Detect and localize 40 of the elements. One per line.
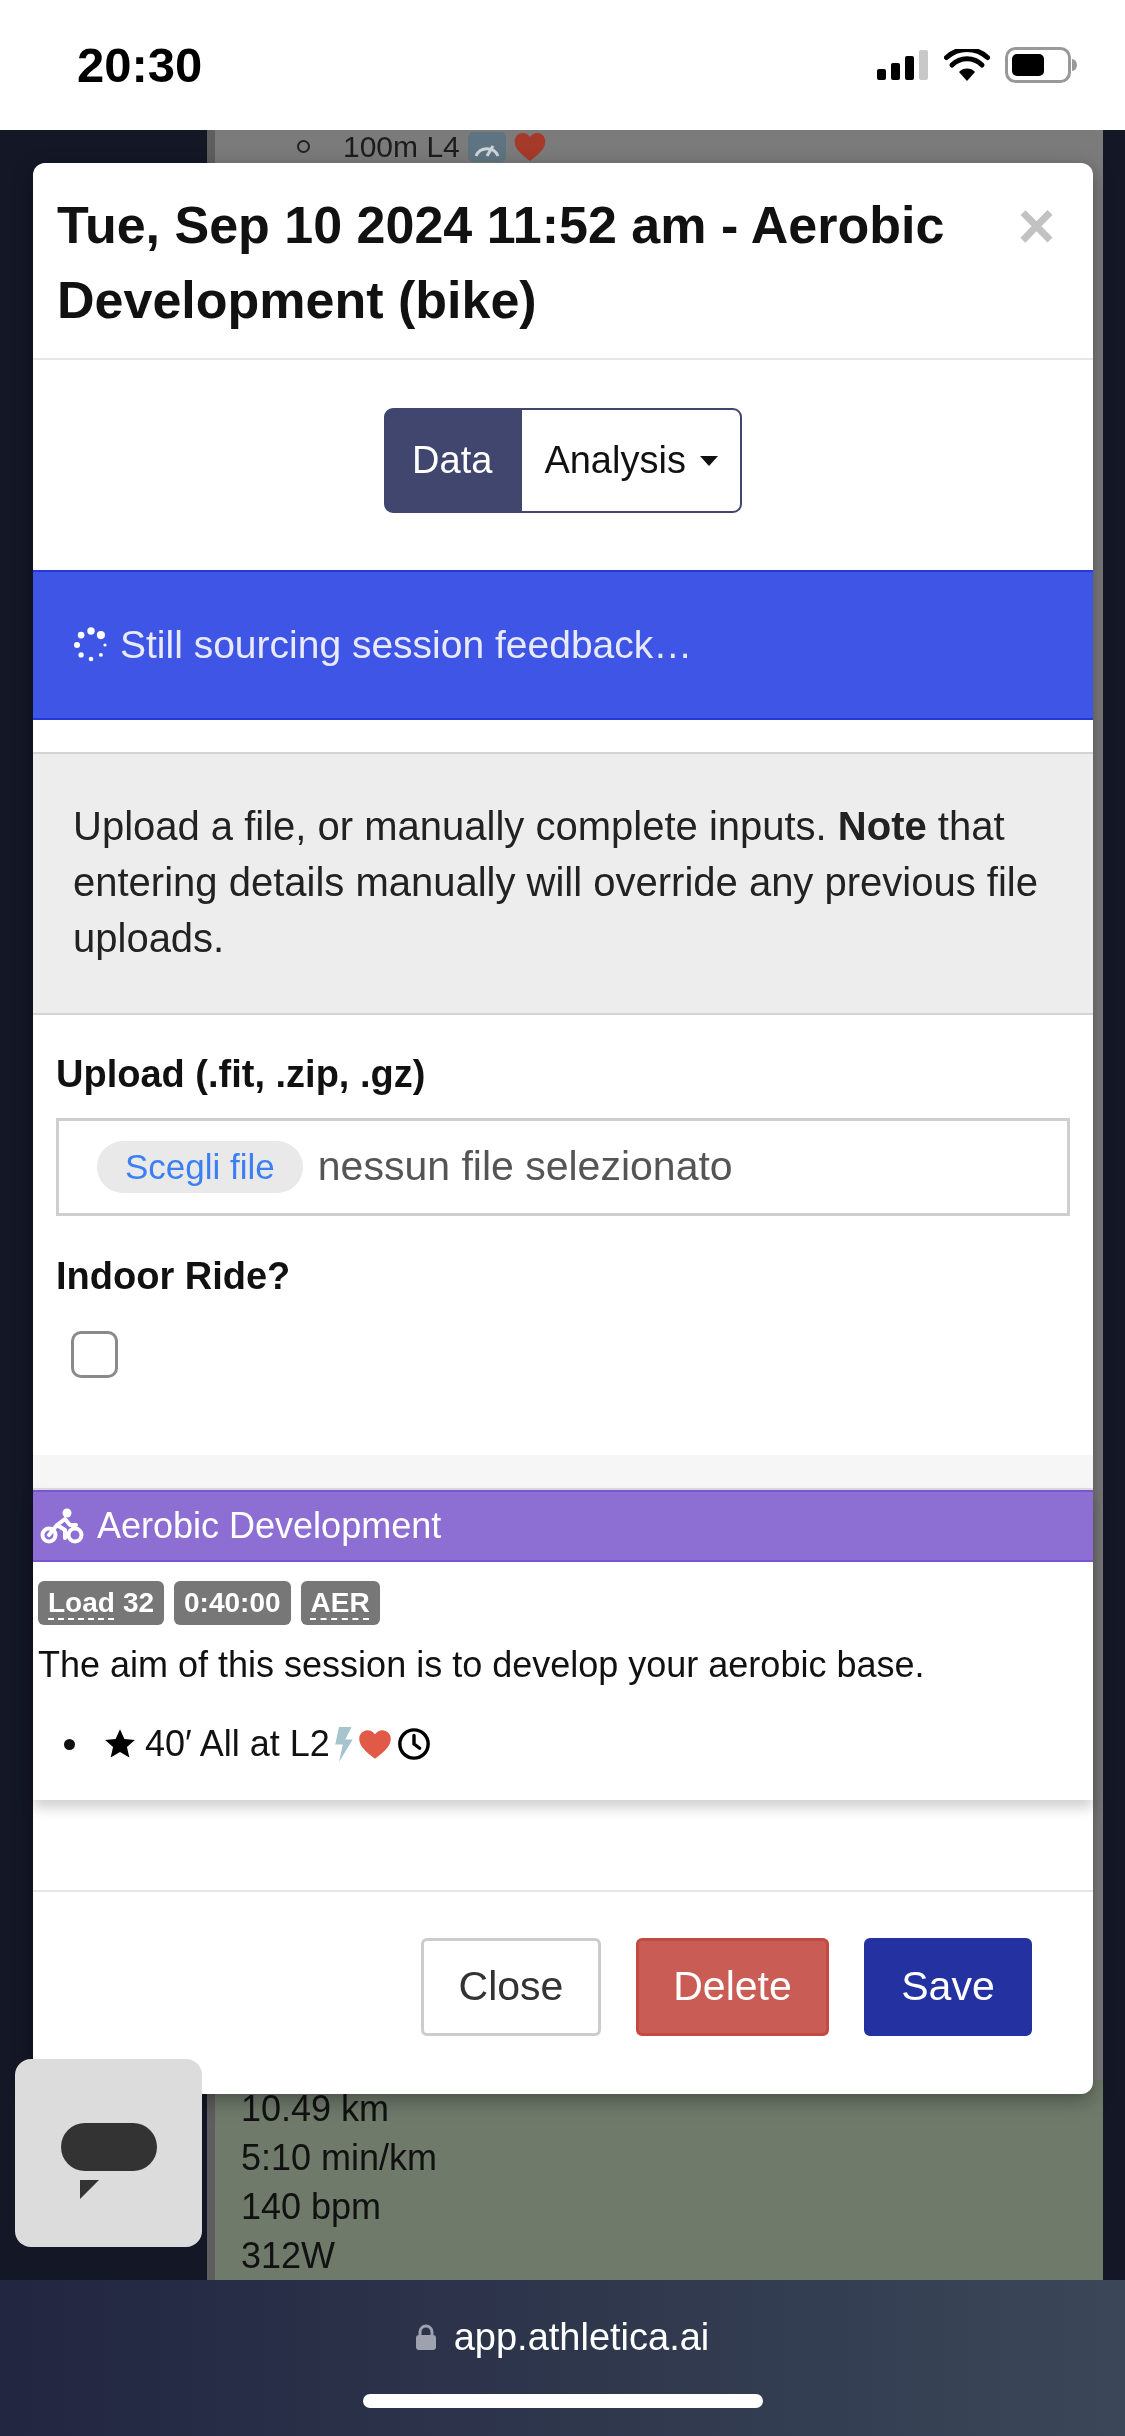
clock-icon <box>396 1727 431 1761</box>
caret-icon <box>699 455 718 466</box>
file-status-text: nessun file selezionato <box>317 1142 733 1192</box>
dropdown-tab[interactable]: Analysis <box>520 408 742 513</box>
heart-icon <box>356 1727 393 1761</box>
modal-title: Tue, Sep 10 2024 11:52 am - Aerobic Development (bike) <box>57 195 946 331</box>
cyclist-icon <box>40 1508 84 1544</box>
chat-button[interactable] <box>15 2059 202 2247</box>
status-time: 20:30 <box>77 40 203 90</box>
lightning-icon <box>333 1726 354 1762</box>
battery-icon <box>1005 47 1077 83</box>
session-badge: Load 32 <box>38 1581 165 1625</box>
workout-step-text: 100m L4 <box>343 130 460 163</box>
session-title: Aerobic Development <box>97 1504 442 1548</box>
step-text: 40′ All at L2 <box>145 1722 330 1766</box>
stat-text: 10.49 km <box>241 2087 391 2131</box>
url-text[interactable]: app.athletica.ai <box>453 2316 710 2358</box>
delete-button[interactable]: Delete <box>636 1938 829 2036</box>
close-button[interactable]: Close <box>421 1938 601 2036</box>
alert-text: Still sourcing session feedback… <box>120 621 693 668</box>
save-button[interactable]: Save <box>864 1938 1032 2036</box>
indoor-ride-label: Indoor Ride? <box>56 1254 291 1298</box>
stat-text: 5:10 min/km <box>241 2136 439 2180</box>
gauge-icon <box>467 131 506 162</box>
list-bullet-icon <box>297 140 310 153</box>
checkbox[interactable] <box>71 1331 118 1378</box>
chat-bubble-icon <box>60 2123 157 2199</box>
stat-text: 312W <box>241 2234 337 2278</box>
session-badge: 0:40:00 <box>174 1581 291 1625</box>
lock-icon <box>415 2324 436 2350</box>
tab[interactable]: Data <box>384 408 521 513</box>
session-description: The aim of this session is to develop your aerobic base. <box>37 1643 926 1687</box>
stat-text: 140 bpm <box>241 2185 383 2229</box>
signal-icon <box>877 50 929 80</box>
bullet-icon <box>64 1738 75 1750</box>
session-badge: AER <box>300 1581 380 1625</box>
wifi-icon <box>944 49 990 81</box>
upload-label: Upload (.fit, .zip, .gz) <box>56 1052 426 1096</box>
file-input-field[interactable]: Scegli file nessun file selezionato <box>56 1118 1070 1216</box>
info-text: Upload a file, or manually complete inputs. Note that entering details manually will override any previous file uploads. <box>73 803 1039 962</box>
